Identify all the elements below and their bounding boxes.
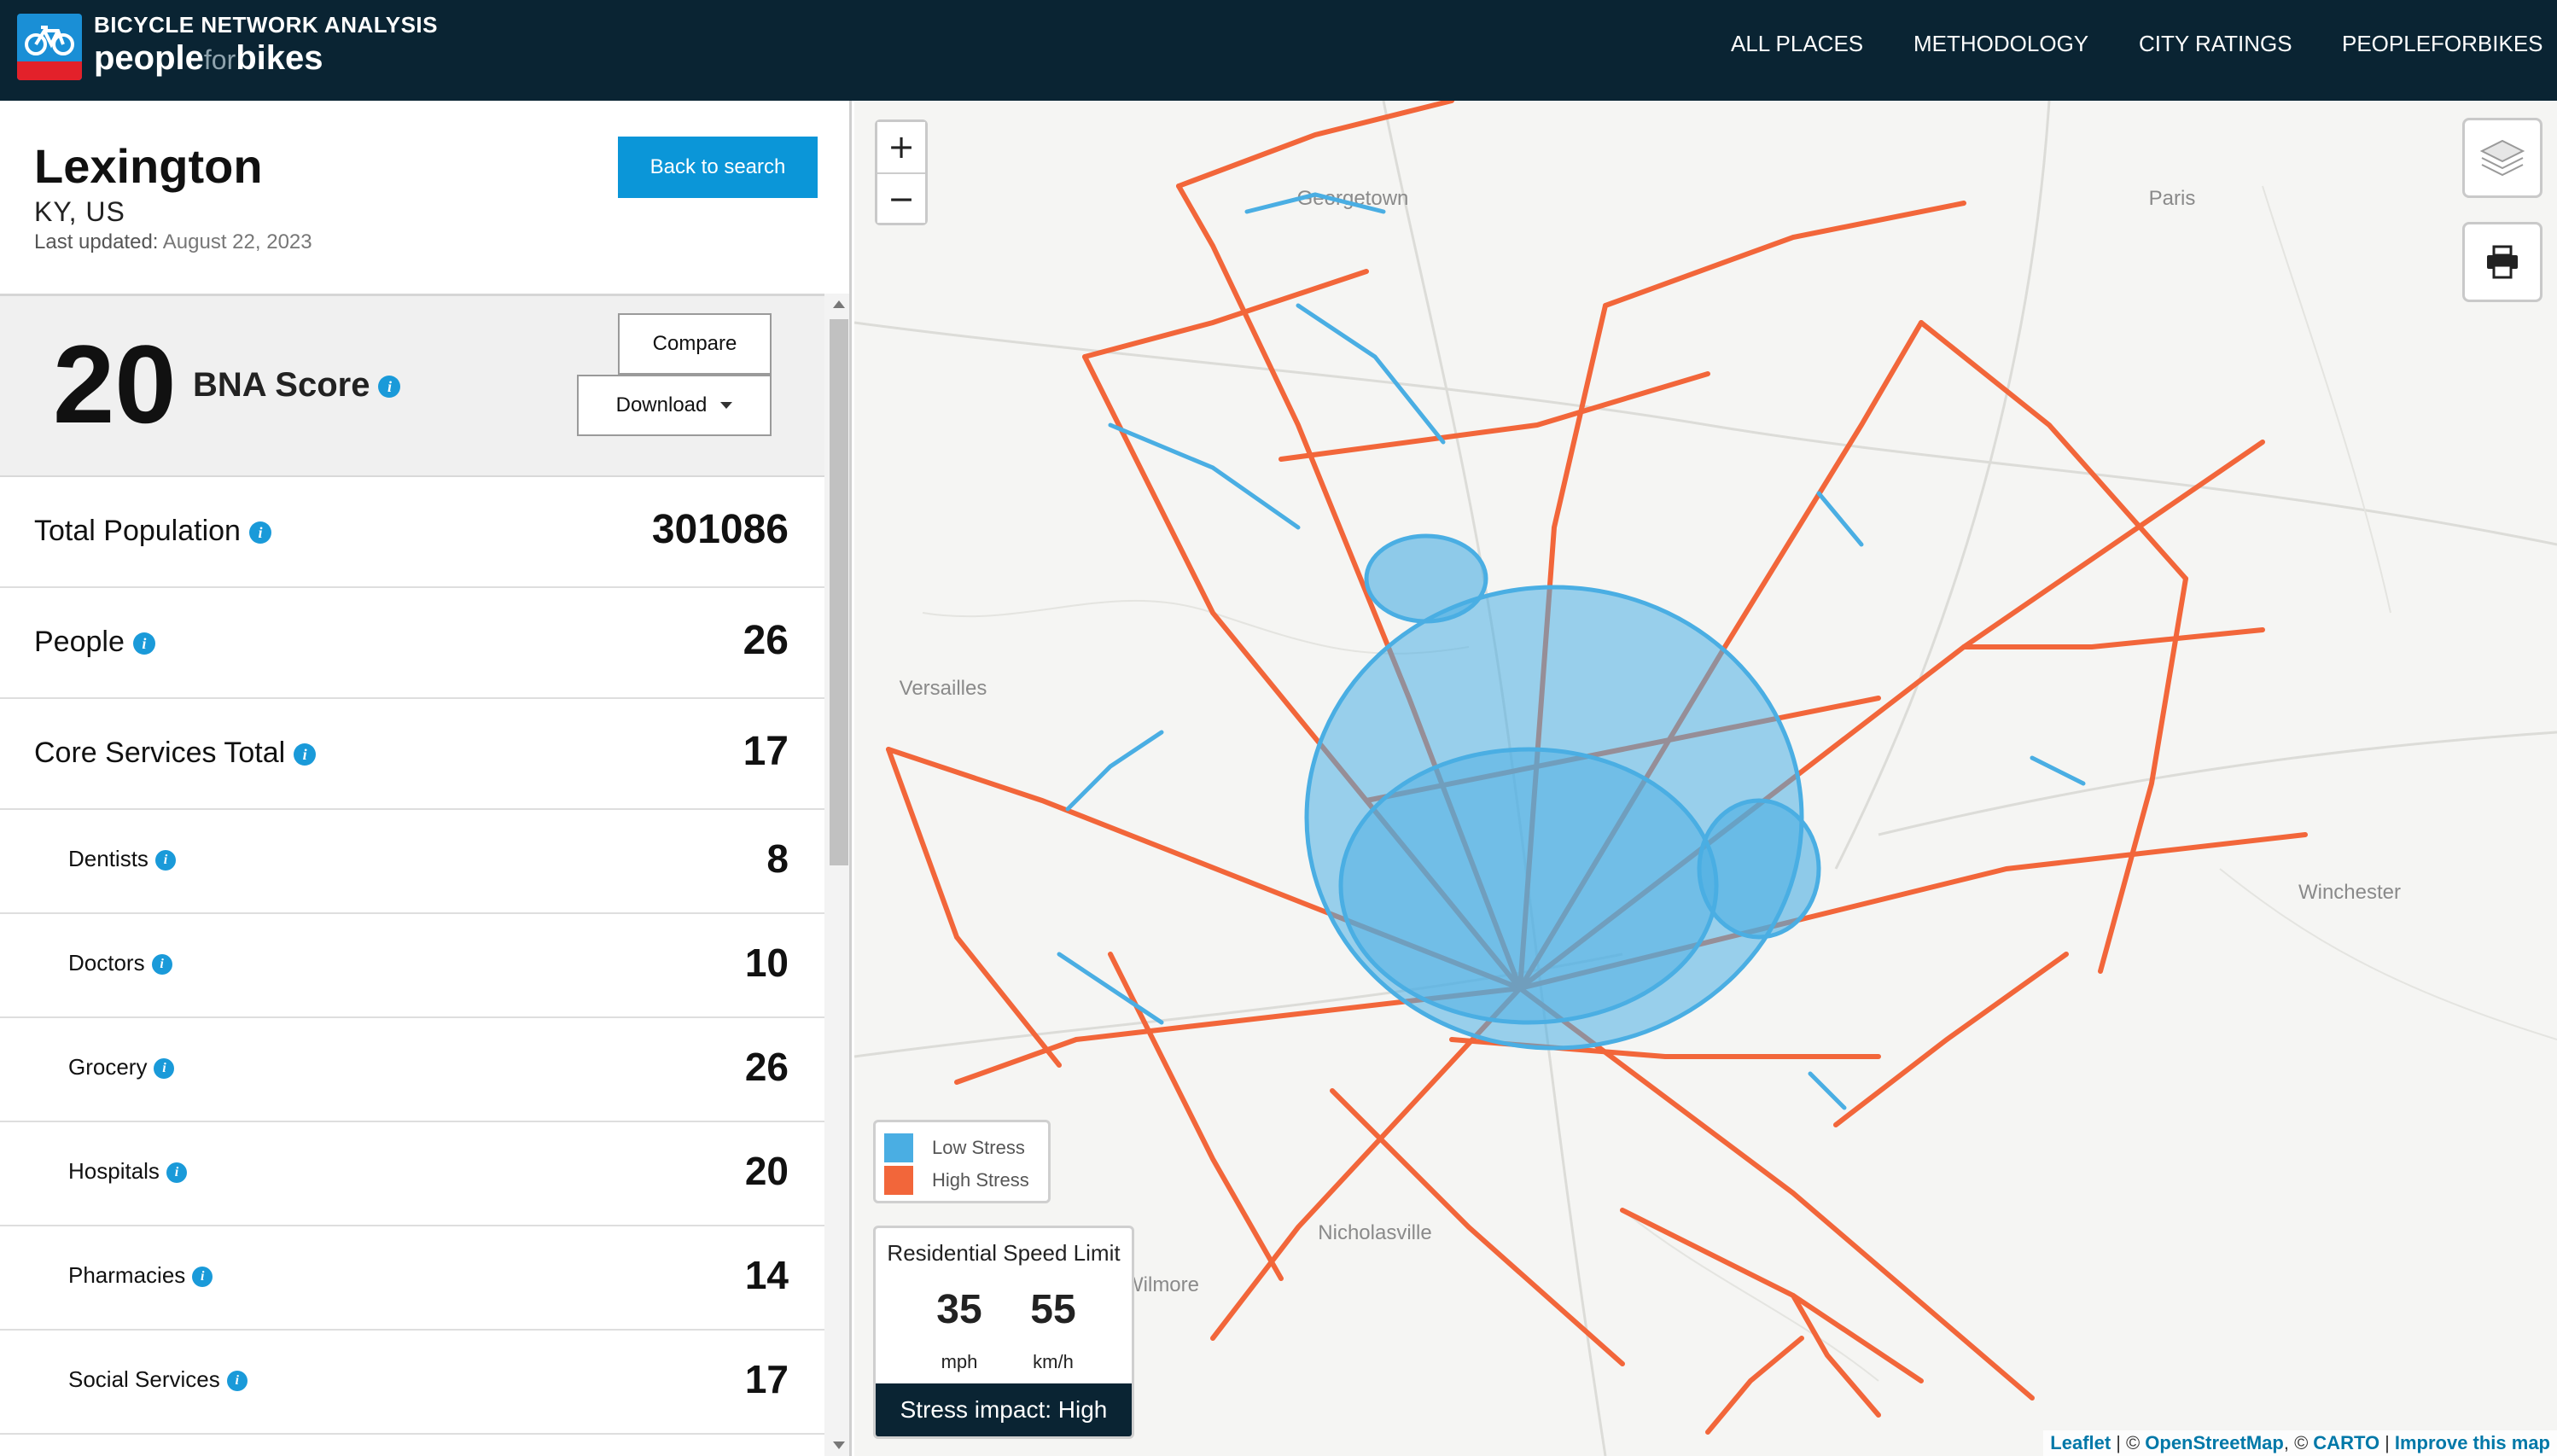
zoom-out-button[interactable]: − — [877, 172, 925, 223]
sidebar-scrollbar[interactable] — [824, 294, 849, 1456]
metric-row-social-services: Social Services i 17 — [0, 1331, 824, 1435]
metric-row-hospitals: Hospitals i 20 — [0, 1122, 824, 1226]
metrics-panel[interactable]: 20 BNA Score i Compare Download Total Pop… — [0, 294, 824, 1456]
download-button[interactable]: Download — [577, 375, 772, 436]
metric-row-people: People i 26 — [0, 588, 824, 699]
caret-down-icon — [720, 402, 733, 409]
brand-subtitle: BICYCLE NETWORK ANALYSIS — [94, 12, 438, 38]
speed-kmh-unit: km/h — [1033, 1351, 1074, 1372]
place-label-winchester: Winchester — [2298, 881, 2401, 904]
info-icon[interactable]: i — [151, 954, 172, 976]
nav-methodology[interactable]: METHODOLOGY — [1913, 31, 2088, 57]
stress-impact-badge: Stress impact: High — [876, 1383, 1132, 1436]
speed-limit-panel: Residential Speed Limit 35 55 mph km/h S… — [873, 1226, 1134, 1439]
bicycle-logo-icon[interactable] — [17, 14, 82, 80]
scroll-up-icon[interactable] — [833, 300, 845, 308]
compare-button[interactable]: Compare — [618, 313, 772, 375]
place-label-paris: Paris — [2149, 187, 2196, 210]
info-icon[interactable]: i — [378, 376, 401, 399]
layers-button[interactable] — [2462, 118, 2542, 198]
bna-score-label: BNA Score i — [193, 366, 401, 405]
openstreetmap-link[interactable]: OpenStreetMap — [2145, 1432, 2284, 1454]
metric-row-dentists: Dentists i 8 — [0, 810, 824, 914]
info-icon[interactable]: i — [226, 1371, 248, 1392]
last-updated: Last updated: August 22, 2023 — [34, 230, 312, 253]
place-title: Lexington — [34, 139, 263, 193]
info-icon[interactable]: i — [132, 632, 155, 655]
legend-high-stress: High Stress — [884, 1166, 1029, 1195]
low-stress-swatch — [884, 1133, 913, 1162]
info-icon[interactable]: i — [192, 1267, 213, 1288]
info-icon[interactable]: i — [154, 850, 176, 871]
metric-row-doctors: Doctors i 10 — [0, 914, 824, 1018]
speed-mph-unit: mph — [941, 1351, 978, 1372]
info-icon[interactable]: i — [166, 1162, 187, 1184]
high-stress-swatch — [884, 1166, 913, 1195]
score-card: 20 BNA Score i Compare Download — [0, 296, 824, 477]
scroll-down-icon[interactable] — [833, 1441, 845, 1449]
metric-row-pharmacies: Pharmacies i 14 — [0, 1226, 824, 1331]
place-label-nicholasville: Nicholasville — [1318, 1221, 1431, 1244]
metric-row-core-services: Core Services Total i 17 — [0, 699, 824, 810]
sidebar: Lexington KY, US Last updated: August 22… — [0, 101, 852, 1456]
layers-icon — [2479, 139, 2525, 177]
info-icon[interactable]: i — [248, 521, 271, 545]
carto-link[interactable]: CARTO — [2313, 1432, 2379, 1454]
map-attribution: Leaflet | © OpenStreetMap , © CARTO | Im… — [2043, 1430, 2557, 1456]
zoom-control: + − — [875, 119, 928, 225]
info-icon[interactable]: i — [294, 743, 317, 766]
print-icon — [2487, 245, 2518, 279]
nav-peopleforbikes[interactable]: PEOPLEFORBIKES — [2342, 31, 2543, 57]
print-button[interactable] — [2462, 222, 2542, 302]
place-region: KY, US — [34, 196, 125, 227]
top-navbar: BICYCLE NETWORK ANALYSIS peopleforbikes … — [0, 0, 2557, 101]
speed-mph-value: 35 — [936, 1287, 982, 1332]
legend-low-stress: Low Stress — [884, 1133, 1025, 1162]
info-icon[interactable]: i — [154, 1058, 175, 1080]
bna-score-value: 20 — [53, 322, 177, 446]
back-to-search-button[interactable]: Back to search — [618, 137, 818, 198]
improve-map-link[interactable]: Improve this map — [2395, 1432, 2550, 1454]
speed-limit-title: Residential Speed Limit — [887, 1240, 1121, 1266]
stress-map[interactable]: Georgetown Paris Versailles Winchester N… — [854, 101, 2557, 1456]
scrollbar-thumb[interactable] — [830, 319, 848, 865]
metric-row-grocery: Grocery i 26 — [0, 1018, 824, 1122]
speed-kmh-value: 55 — [1030, 1287, 1076, 1332]
zoom-in-button[interactable]: + — [877, 122, 925, 172]
place-label-versailles: Versailles — [900, 677, 987, 700]
nav-all-places[interactable]: ALL PLACES — [1731, 31, 1863, 57]
leaflet-link[interactable]: Leaflet — [2050, 1432, 2111, 1454]
place-label-wilmore: Wilmore — [1124, 1273, 1199, 1296]
nav-city-ratings[interactable]: CITY RATINGS — [2139, 31, 2292, 57]
map-legend: Low Stress High Stress — [873, 1120, 1051, 1203]
brand-name[interactable]: peopleforbikes — [94, 39, 323, 78]
place-label-georgetown: Georgetown — [1297, 187, 1409, 210]
metric-row-total-population: Total Population i 301086 — [0, 477, 824, 588]
